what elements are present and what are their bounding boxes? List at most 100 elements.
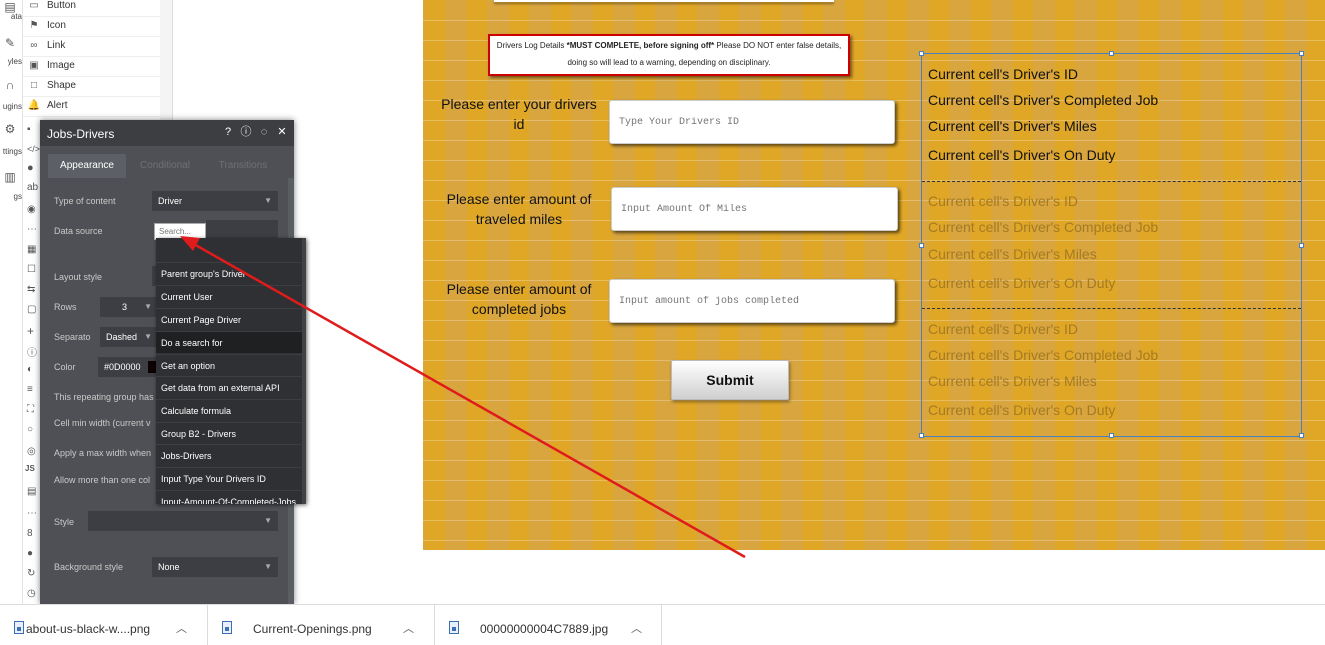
close-icon[interactable]: ✕ [276, 126, 288, 138]
style-select[interactable]: ▼ [88, 511, 278, 531]
ellipsis-icon[interactable]: ⋯ [27, 224, 39, 236]
rg-separator [922, 181, 1301, 182]
rg-cell-on-duty: Current cell's Driver's On Duty [928, 402, 1116, 418]
chevron-up-icon[interactable]: ︿ [403, 620, 414, 636]
tab-transitions[interactable]: Transitions [204, 154, 282, 178]
js-icon[interactable]: JS [25, 464, 41, 476]
property-editor-header[interactable]: Jobs-Drivers ? ⓘ ◌ ✕ [40, 120, 294, 146]
rg-cell-miles[interactable]: Current cell's Driver's Miles [928, 118, 1097, 134]
resize-handle[interactable] [1299, 51, 1304, 56]
rg-cell-on-duty[interactable]: Current cell's Driver's On Duty [928, 147, 1115, 163]
driver-id-input[interactable] [609, 100, 895, 144]
palette-item-icon[interactable]: ⚑ Icon [23, 16, 160, 37]
target-icon[interactable]: ◎ [27, 446, 39, 458]
brush-icon[interactable]: ✎ [3, 36, 17, 50]
dropdown-option[interactable]: Parent group's Driver [156, 262, 302, 284]
warning-text-box[interactable]: Drivers Log Details *MUST COMPLETE, befo… [488, 34, 850, 76]
expand-icon[interactable]: ⛶ [27, 404, 39, 416]
grid-column [467, 0, 487, 550]
style-label: Style [54, 517, 75, 527]
palette-item-label: Alert [47, 100, 68, 111]
button-icon: ▭ [29, 0, 39, 11]
tab-conditional[interactable]: Conditional [126, 154, 204, 178]
info-icon[interactable]: ⓘ [240, 126, 252, 138]
tab-appearance[interactable]: Appearance [48, 154, 126, 178]
data-source-dropdown[interactable]: Parent group's Driver Current User Curre… [156, 238, 306, 504]
miles-input[interactable] [611, 187, 898, 231]
download-item[interactable]: about-us-black-w....png ︿ [0, 605, 208, 645]
separator-select[interactable]: Dashed ▼ [100, 327, 158, 347]
palette-item-button[interactable]: ▭ Button [23, 0, 160, 17]
code-icon[interactable]: </> [27, 144, 40, 156]
rows-select[interactable]: 3 ▼ [100, 297, 158, 317]
resize-handle[interactable] [919, 243, 924, 248]
document-icon[interactable]: ▥ [3, 170, 17, 184]
refresh-icon[interactable]: ↻ [27, 568, 39, 580]
resize-handle[interactable] [1299, 243, 1304, 248]
rail-label-settings[interactable]: ttings [0, 147, 22, 156]
gear-icon[interactable]: ⚙ [3, 122, 17, 136]
dots-icon[interactable]: ⋯ [27, 508, 39, 520]
dropdown-option-highlighted[interactable]: Do a search for [156, 331, 302, 353]
dropdown-option[interactable]: Group B2 - Drivers [156, 422, 302, 444]
resize-handle[interactable] [1109, 51, 1114, 56]
toggle-icon[interactable]: ◐ [27, 364, 39, 376]
map-pin-icon[interactable]: ● [27, 162, 39, 174]
dot-icon[interactable]: ● [27, 548, 39, 560]
top-element-edge[interactable] [494, 0, 834, 2]
calendar-icon[interactable]: ▦ [27, 244, 39, 256]
dropdown-option[interactable]: Current Page Driver [156, 308, 302, 330]
dropdown-option[interactable]: Input-Amount-Of-Completed-Jobs [156, 490, 302, 504]
dropdown-option[interactable]: Get an option [156, 354, 302, 376]
jobs-input[interactable] [609, 279, 895, 323]
resize-handle[interactable] [1299, 433, 1304, 438]
dropdown-option[interactable]: Calculate formula [156, 399, 302, 421]
repeating-group-jobs-drivers[interactable]: Current cell's Driver's ID Current cell'… [919, 51, 1304, 438]
dropdown-option[interactable]: Current User [156, 285, 302, 307]
download-item[interactable]: 00000000004C7889.jpg ︿ [435, 605, 662, 645]
grid-icon[interactable]: ▤ [27, 486, 39, 498]
radio-icon[interactable]: ◉ [27, 204, 39, 216]
arrows-icon[interactable]: ⇆ [27, 284, 39, 296]
plus-icon[interactable]: + [27, 324, 39, 338]
type-of-content-value: Driver [158, 196, 182, 206]
help-icon[interactable]: ? [222, 126, 234, 138]
list-icon[interactable]: ≡ [27, 384, 39, 396]
chevron-up-icon[interactable]: ︿ [176, 620, 187, 636]
palette-item-image[interactable]: ▣ Image [23, 56, 160, 77]
dropdown-option[interactable]: Get data from an external API [156, 376, 302, 398]
rail-label-styles[interactable]: yles [0, 57, 22, 66]
html-icon[interactable]: ▪ [27, 124, 39, 136]
rail-label-data[interactable]: ata [0, 12, 22, 21]
submit-button[interactable]: Submit [671, 360, 789, 400]
background-style-select[interactable]: None ▼ [152, 557, 278, 577]
square-icon[interactable]: ▢ [27, 304, 39, 316]
chevron-down-icon: ▼ [264, 516, 272, 525]
rail-label-logs[interactable]: gs [0, 192, 22, 201]
dropdown-option[interactable]: Input Type Your Drivers ID [156, 467, 302, 489]
circle-icon[interactable]: ○ [27, 424, 39, 436]
comment-icon[interactable]: ◌ [258, 126, 270, 138]
rg-cell-completed-job[interactable]: Current cell's Driver's Completed Job [928, 92, 1158, 108]
clock-icon[interactable]: ◷ [27, 588, 39, 600]
number-icon[interactable]: 8 [27, 528, 39, 540]
resize-handle[interactable] [919, 51, 924, 56]
type-of-content-select[interactable]: Driver ▼ [152, 191, 278, 211]
palette-item-alert[interactable]: 🔔 Alert [23, 96, 160, 117]
download-item[interactable]: Current-Openings.png ︿ [208, 605, 435, 645]
color-swatch[interactable] [148, 361, 156, 373]
dropdown-scrollbar[interactable] [302, 238, 306, 504]
rg-cell-driver-id[interactable]: Current cell's Driver's ID [928, 66, 1078, 82]
checkbox-icon[interactable]: ☐ [27, 264, 39, 276]
input-icon[interactable]: ab [27, 182, 39, 194]
resize-handle[interactable] [1109, 433, 1114, 438]
resize-handle[interactable] [919, 433, 924, 438]
link-icon: ∞ [30, 40, 38, 51]
info-icon[interactable]: ⓘ [27, 344, 39, 359]
rail-label-plugins[interactable]: ugins [0, 102, 22, 111]
chevron-up-icon[interactable]: ︿ [631, 620, 642, 636]
palette-item-shape[interactable]: □ Shape [23, 76, 160, 97]
dropdown-option[interactable]: Jobs-Drivers [156, 444, 302, 466]
palette-item-link[interactable]: ∞ Link [23, 36, 160, 57]
plug-icon[interactable]: ∩ [3, 78, 17, 92]
